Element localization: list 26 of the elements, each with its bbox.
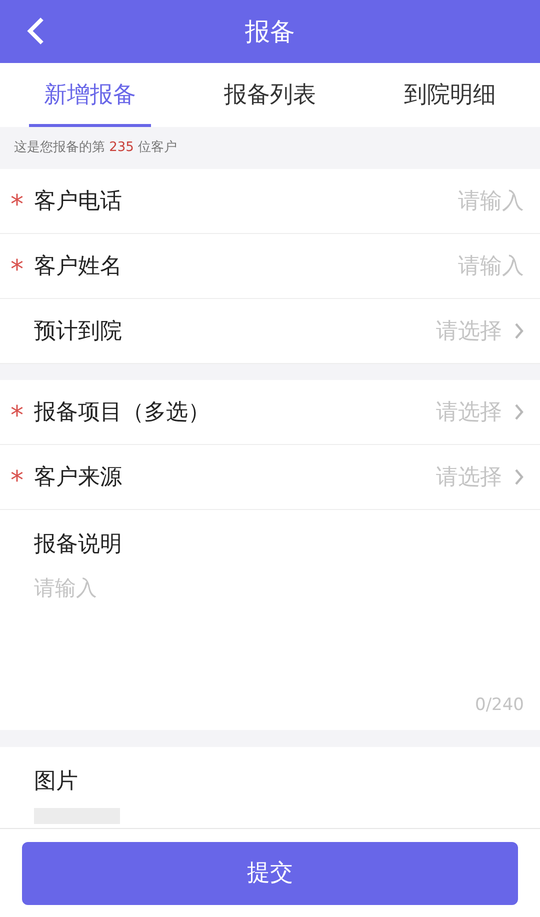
page-title: 报备 bbox=[245, 16, 295, 48]
chevron-right-icon bbox=[514, 468, 524, 486]
field-label: 预计到院 bbox=[34, 318, 122, 346]
chevron-right-icon bbox=[514, 322, 524, 340]
field-label: 客户姓名 bbox=[34, 252, 122, 280]
field-label: 客户来源 bbox=[34, 464, 122, 492]
required-mark: * bbox=[10, 403, 24, 429]
field-label: 图片 bbox=[34, 768, 79, 796]
tab[interactable]: 报备列表 bbox=[180, 63, 360, 127]
field-label: 报备说明 bbox=[34, 532, 122, 557]
customer-count-notice: 这是您报备的第 235 位客户 bbox=[14, 139, 178, 158]
input-field[interactable]: 请输入 bbox=[384, 184, 524, 218]
chevron-right-icon bbox=[514, 403, 524, 421]
submit-button[interactable]: 提交 bbox=[22, 842, 518, 904]
field-label: 报备项目（多选） bbox=[34, 398, 210, 426]
required-mark: * bbox=[10, 257, 24, 283]
tab[interactable]: 新增报备 bbox=[0, 63, 180, 127]
back-icon bbox=[26, 16, 46, 46]
field-label: 客户电话 bbox=[34, 188, 122, 216]
required-mark: * bbox=[10, 192, 24, 218]
back-button[interactable] bbox=[26, 16, 46, 46]
required-mark: * bbox=[10, 468, 24, 494]
character-counter: 0/240 bbox=[475, 694, 524, 716]
input-field[interactable]: 请输入 bbox=[384, 250, 524, 282]
tab[interactable]: 到院明细 bbox=[360, 63, 540, 127]
remarks-field[interactable]: 请输入 bbox=[0, 573, 540, 692]
